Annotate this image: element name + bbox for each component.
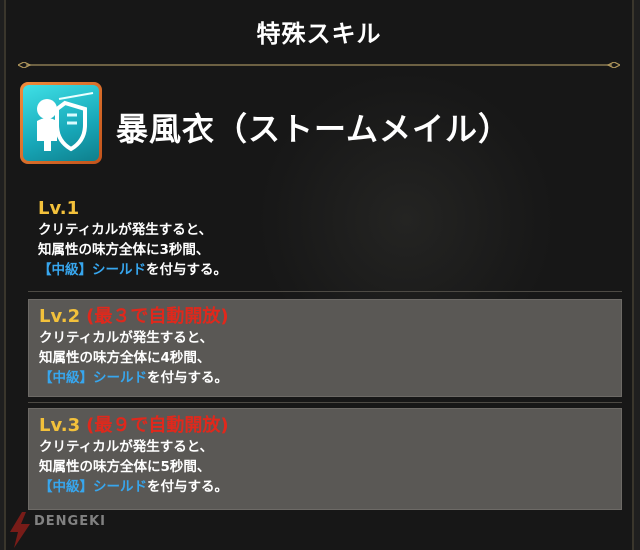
watermark-text: DENGEKI [34, 514, 107, 529]
level-label: Lv.1 [38, 198, 80, 219]
level-label: Lv.2 [39, 306, 81, 327]
effect-line: 知属性の味方全体に3秒間、 [38, 242, 210, 258]
unlock-condition: (最９で自動開放) [86, 415, 229, 436]
skill-name: 暴風衣（ストームメイル） [116, 110, 512, 148]
effect-suffix: を付与する。 [147, 370, 228, 386]
level-3-block: Lv.3 (最９で自動開放) クリティカルが発生すると、 知属性の味方全体に5秒間… [28, 408, 622, 510]
effect-line: 【中級】シールドを付与する。 [39, 477, 621, 497]
effect-suffix: を付与する。 [147, 479, 228, 495]
buff-name: 【中級】シールド [39, 370, 147, 386]
watermark-logo: DENGEKI [4, 510, 154, 550]
effect-line: 【中級】シールドを付与する。 [38, 260, 622, 280]
level-separator [28, 291, 622, 292]
level-2-block: Lv.2 (最３で自動開放) クリティカルが発生すると、 知属性の味方全体に4秒間… [28, 299, 622, 397]
effect-suffix: を付与する。 [146, 262, 227, 278]
effect-line: クリティカルが発生すると、 [39, 330, 214, 346]
effect-line: 【中級】シールドを付与する。 [39, 368, 621, 388]
buff-name: 【中級】シールド [39, 479, 147, 495]
panel-title: 特殊スキル [256, 19, 382, 48]
header-divider [18, 62, 620, 68]
effect-line: クリティカルが発生すると、 [38, 222, 213, 238]
buff-name: 【中級】シールド [38, 262, 146, 278]
effect-line: クリティカルが発生すると、 [39, 439, 214, 455]
level-separator [28, 402, 622, 403]
level-label: Lv.3 [39, 415, 81, 436]
level-1-block: Lv.1 クリティカルが発生すると、 知属性の味方全体に3秒間、 【中級】シール… [28, 192, 622, 282]
skill-panel: 特殊スキル 暴風衣（ストームメイル） Lv.1 クリティカルが発生すると、 知属… [4, 0, 634, 550]
unlock-condition: (最３で自動開放) [86, 306, 229, 327]
panel-header: 特殊スキル [6, 0, 632, 62]
shield-character-icon [20, 82, 102, 164]
effect-line: 知属性の味方全体に4秒間、 [39, 350, 211, 366]
effect-line: 知属性の味方全体に5秒間、 [39, 459, 211, 475]
